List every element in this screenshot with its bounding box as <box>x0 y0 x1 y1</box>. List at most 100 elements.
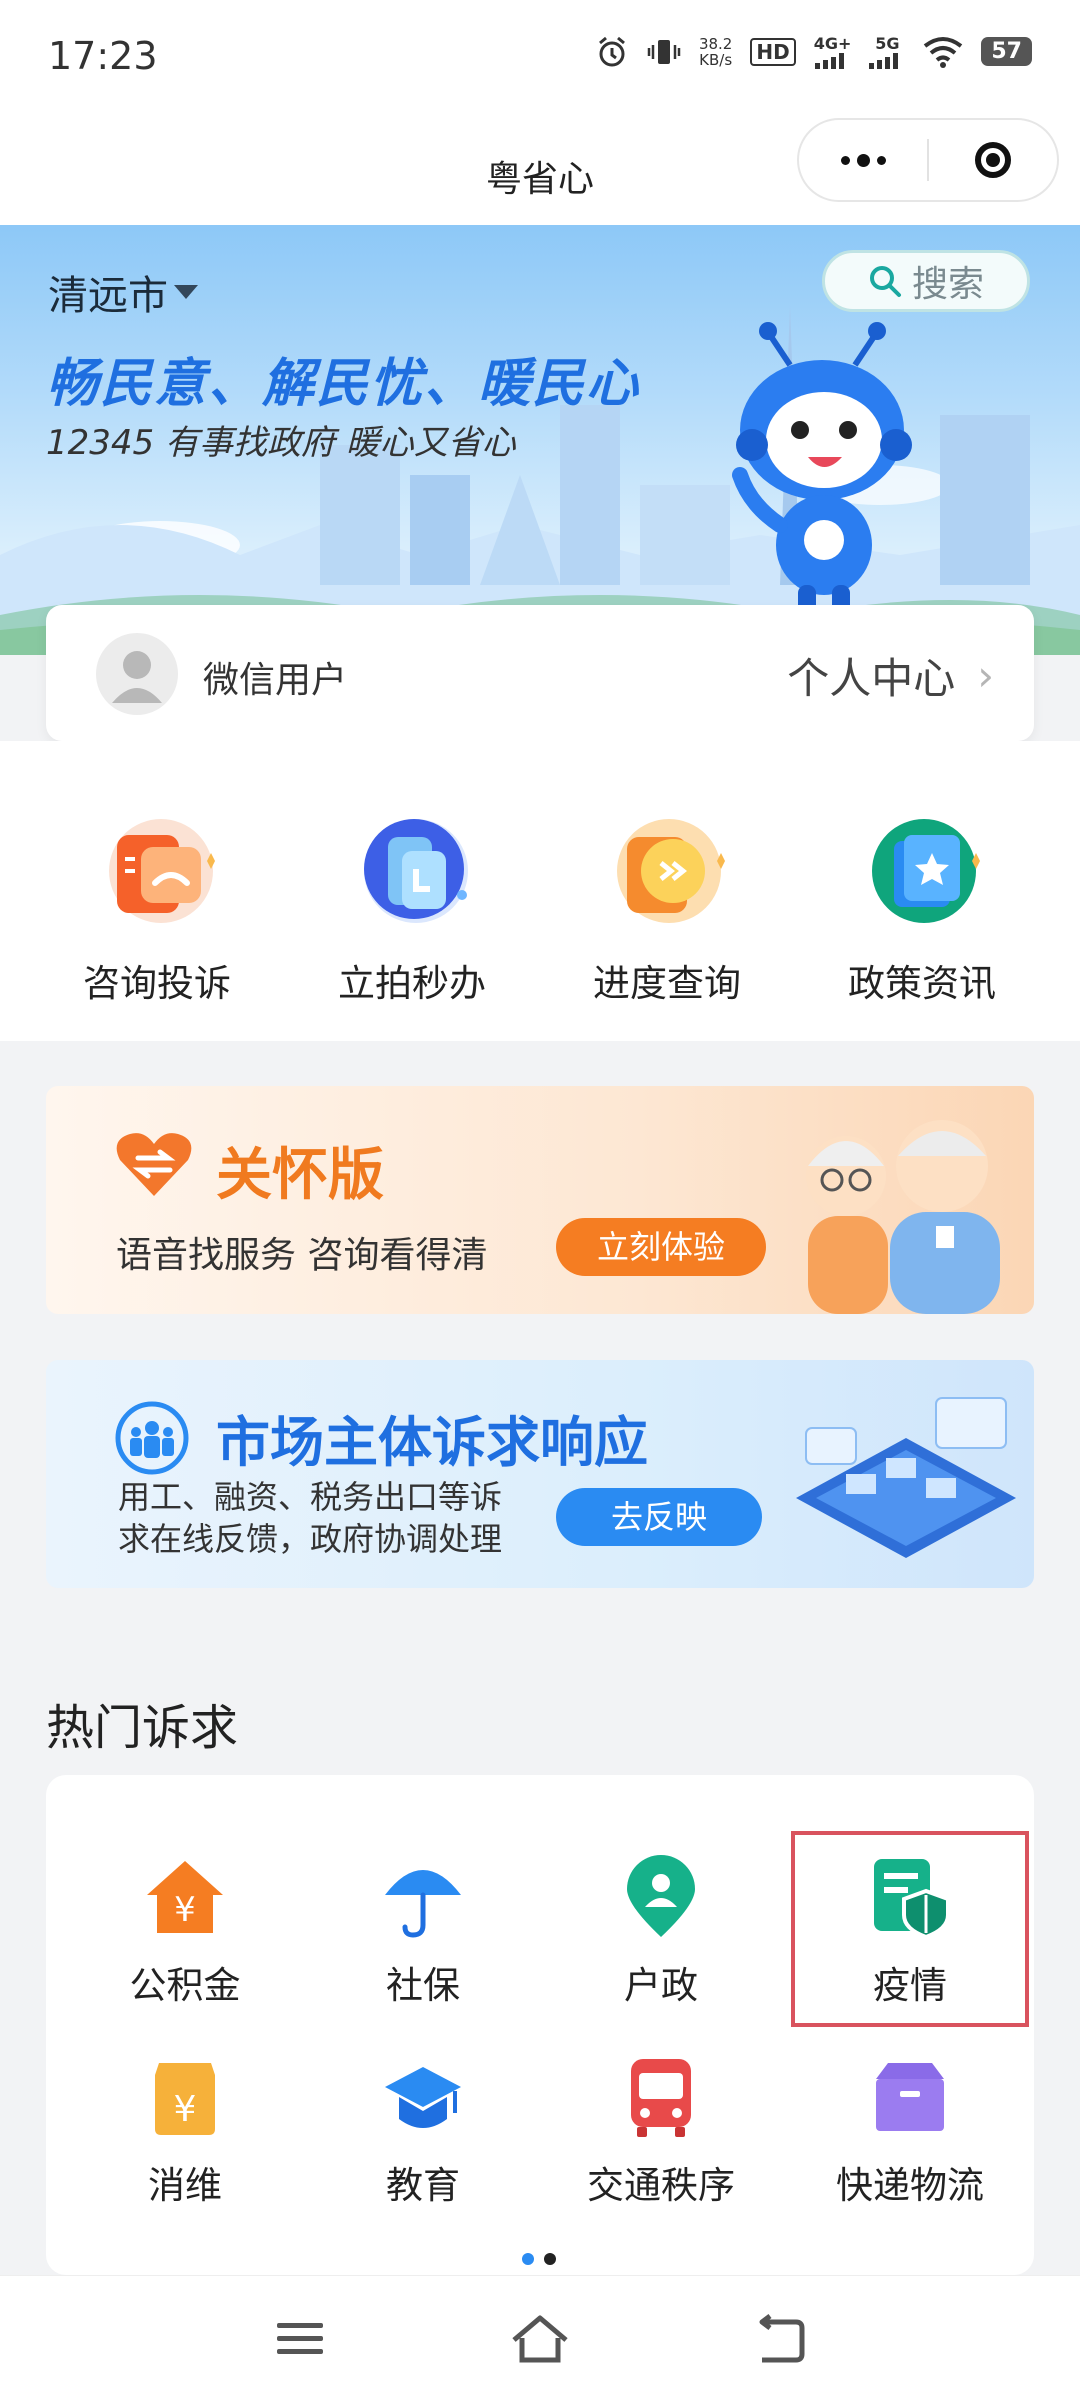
user-card[interactable]: 微信用户 个人中心 › <box>46 605 1034 741</box>
vibrate-icon <box>647 39 681 64</box>
back-icon <box>759 2314 805 2363</box>
umbrella-icon <box>381 1855 465 1939</box>
progress-icon <box>605 811 729 935</box>
search-button[interactable]: 搜索 <box>822 250 1030 312</box>
selected-item-highlight <box>791 1831 1029 2027</box>
consult-icon <box>95 811 219 935</box>
hot-item-label: 户政 <box>624 1964 698 2007</box>
policy-icon <box>860 811 984 935</box>
market-desc-line2: 求在线反馈，政府协调处理 <box>118 1520 503 1558</box>
hot-item-consumer-rights[interactable]: ¥ 消维 <box>66 2055 304 2209</box>
market-title: 市场主体诉求响应 <box>216 1411 648 1474</box>
quick-item-progress[interactable]: 进度查询 <box>552 811 782 1007</box>
menu-icon <box>277 2323 323 2354</box>
hot-item-education[interactable]: 教育 <box>304 2055 542 2209</box>
quick-item-camera[interactable]: 立拍秒办 <box>297 811 527 1007</box>
signal-bars-icon <box>814 53 844 69</box>
hot-item-express[interactable]: 快递物流 <box>791 2055 1029 2209</box>
care-subtitle: 语音找服务 咨询看得清 <box>116 1235 488 1276</box>
net-speed-unit: KB/s <box>699 50 733 69</box>
package-icon <box>868 2055 952 2139</box>
username: 微信用户 <box>203 660 348 701</box>
search-icon <box>869 266 901 297</box>
net-speed-value: 38.2 <box>698 34 733 53</box>
dropdown-triangle-icon <box>174 285 198 299</box>
target-icon <box>975 142 1011 178</box>
more-dots-icon <box>840 153 886 167</box>
care-title: 关怀版 <box>216 1143 384 1208</box>
menu-button[interactable] <box>260 2304 340 2374</box>
quick-actions: 咨询投诉 立拍秒办 进度查询 政策资讯 <box>0 741 1080 1041</box>
search-label: 搜索 <box>911 264 984 305</box>
net-speed: 38.2 KB/s <box>699 36 732 68</box>
signal-5g: 5G <box>869 34 905 69</box>
hot-item-label: 快递物流 <box>836 2164 984 2207</box>
hot-demands-grid: ¥ 公积金 社保 户政 疫情 ¥ 消维 教育 交通秩序 快递物流 <box>46 1775 1034 2275</box>
page-dot-active <box>522 2253 534 2265</box>
hot-item-traffic[interactable]: 交通秩序 <box>542 2055 780 2209</box>
personal-center-link[interactable]: 个人中心 › <box>787 645 994 706</box>
hd-badge: HD <box>750 37 796 66</box>
avatar[interactable] <box>96 633 178 715</box>
chevron-right-icon: › <box>977 651 994 700</box>
mini-program-capsule <box>797 118 1059 202</box>
personal-center-label: 个人中心 <box>787 654 956 703</box>
svg-text:¥: ¥ <box>174 2089 197 2130</box>
more-button[interactable] <box>799 120 927 200</box>
hot-item-housing-fund[interactable]: ¥ 公积金 <box>66 1855 304 2009</box>
heart-icon <box>116 1133 192 1196</box>
home-button[interactable] <box>500 2304 580 2374</box>
status-icons: 38.2 KB/s HD 4G+ 5G 57 <box>595 34 1032 69</box>
city-name: 清远市 <box>48 273 168 319</box>
hot-item-label: 公积金 <box>129 1964 241 2007</box>
try-now-button[interactable]: 立刻体验 <box>556 1218 766 1276</box>
hot-item-label: 教育 <box>386 2164 460 2207</box>
wifi-icon <box>924 36 963 68</box>
quick-label: 立拍秒办 <box>338 962 486 1005</box>
bus-icon <box>619 2055 703 2139</box>
consumer-yuan-icon: ¥ <box>143 2055 227 2139</box>
system-nav-bar <box>0 2275 1080 2401</box>
quick-label: 进度查询 <box>593 962 741 1005</box>
signal-4g-label: 4G+ <box>813 34 852 53</box>
hero-banner: 清远市 搜索 畅民意、解民忧、暖民心 12345 有事找政府 暖心又省心 <box>0 225 1080 655</box>
title-bar: 粤省心 <box>0 110 1080 225</box>
hot-item-social-security[interactable]: 社保 <box>304 1855 542 2009</box>
hot-item-label: 社保 <box>386 1964 460 2007</box>
page-dot <box>544 2253 556 2265</box>
section-title-hot: 热门诉求 <box>46 1700 239 1756</box>
market-desc-line1: 用工、融资、税务出口等诉 <box>118 1478 503 1516</box>
city-selector[interactable]: 清远市 <box>48 263 198 321</box>
hot-item-label: 消维 <box>148 2164 222 2207</box>
hot-item-label: 交通秩序 <box>587 2164 735 2207</box>
location-person-icon <box>619 1855 703 1939</box>
banner-subslogan: 12345 有事找政府 暖心又省心 <box>46 423 516 463</box>
status-time: 17:23 <box>48 34 158 78</box>
alarm-icon <box>598 36 625 66</box>
quick-label: 咨询投诉 <box>83 962 231 1005</box>
market-entity-banner[interactable]: 市场主体诉求响应 用工、融资、税务出口等诉 求在线反馈，政府协调处理 去反映 <box>46 1360 1034 1588</box>
people-group-icon <box>115 1401 189 1475</box>
grad-cap-icon <box>381 2055 465 2139</box>
banner-slogan: 畅民意、解民忧、暖民心 <box>46 354 641 414</box>
hot-item-household[interactable]: 户政 <box>542 1855 780 2009</box>
dashboard-illustration <box>796 1397 1016 1558</box>
status-bar: 17:23 38.2 KB/s HD 4G+ 5G 57 <box>0 0 1080 110</box>
user-avatar-icon <box>112 651 162 703</box>
quick-label: 政策资讯 <box>848 962 996 1005</box>
close-miniprogram-button[interactable] <box>929 120 1057 200</box>
quick-item-consult[interactable]: 咨询投诉 <box>42 811 272 1007</box>
signal-bars-icon <box>869 53 899 69</box>
page-indicator <box>522 2253 556 2265</box>
housing-fund-icon: ¥ <box>143 1855 227 1939</box>
signal-5g-label: 5G <box>875 34 900 53</box>
quick-item-policy[interactable]: 政策资讯 <box>807 811 1037 1007</box>
svg-text:¥: ¥ <box>174 1890 196 1930</box>
signal-4g: 4G+ <box>813 34 852 69</box>
elderly-couple-illustration <box>806 1120 1000 1314</box>
camera-icon <box>350 811 474 935</box>
report-button[interactable]: 去反映 <box>556 1488 762 1546</box>
back-button[interactable] <box>740 2304 820 2374</box>
care-version-banner[interactable]: 关怀版 语音找服务 咨询看得清 立刻体验 <box>46 1086 1034 1314</box>
battery-level: 57 <box>981 37 1032 66</box>
